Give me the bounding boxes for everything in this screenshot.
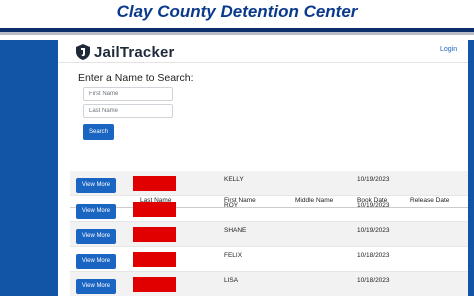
table-row: View More KELLY 10/19/2023 [70, 171, 468, 196]
book-date-cell: 10/18/2023 [357, 277, 390, 284]
logo-text: JailTracker [94, 43, 175, 61]
row-divider [70, 195, 468, 196]
shield-icon [76, 44, 90, 60]
redacted-last-name [133, 202, 176, 217]
redacted-last-name [133, 277, 176, 292]
table-row: View More FELIX 10/18/2023 [70, 247, 468, 272]
jailtracker-logo[interactable]: JailTracker [76, 43, 175, 61]
left-margin-panel [0, 40, 58, 296]
login-link[interactable]: Login [440, 46, 457, 53]
book-date-cell: 10/19/2023 [357, 176, 390, 183]
first-name-cell: KELLY [224, 176, 244, 183]
search-button[interactable]: Search [83, 124, 114, 140]
page: Clay County Detention Center JailTracker… [0, 0, 474, 296]
banner-title: Clay County Detention Center [116, 2, 358, 21]
view-more-button[interactable]: View More [76, 204, 116, 219]
last-name-input[interactable] [83, 104, 173, 118]
first-name-input[interactable] [83, 87, 173, 101]
redacted-last-name [133, 176, 176, 191]
main-content: JailTracker Login Enter a Name to Search… [58, 40, 468, 296]
redacted-last-name [133, 227, 176, 242]
first-name-cell: LISA [224, 277, 239, 284]
book-date-cell: 10/18/2023 [357, 252, 390, 259]
first-name-cell: ROY [224, 202, 239, 209]
search-heading: Enter a Name to Search: [78, 72, 194, 84]
table-row: View More SHANE 10/19/2023 [70, 222, 468, 247]
book-date-cell: 10/19/2023 [357, 202, 390, 209]
view-more-button[interactable]: View More [76, 178, 116, 193]
table-row: View More LISA 10/18/2023 [70, 272, 468, 296]
first-name-cell: SHANE [224, 227, 247, 234]
redacted-last-name [133, 252, 176, 267]
top-navbar: JailTracker Login [58, 40, 468, 63]
view-more-button[interactable]: View More [76, 229, 116, 244]
book-date-cell: 10/19/2023 [357, 227, 390, 234]
view-more-button[interactable]: View More [76, 279, 116, 294]
site-banner: Clay County Detention Center [0, 0, 474, 28]
first-name-cell: FELIX [224, 252, 243, 259]
table-row: View More ROY 10/19/2023 [70, 197, 468, 222]
view-more-button[interactable]: View More [76, 254, 116, 269]
right-margin-panel [468, 40, 474, 296]
banner-divider-secondary [0, 32, 474, 35]
